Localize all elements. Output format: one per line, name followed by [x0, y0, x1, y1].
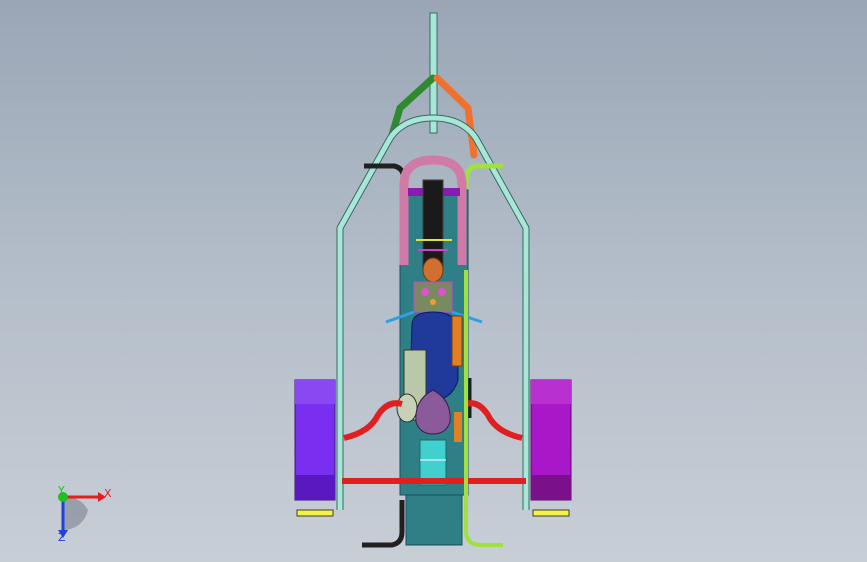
- trike-frame-model[interactable]: [0, 0, 867, 562]
- x-axis-label: X: [104, 487, 112, 500]
- right-foot-pad[interactable]: [532, 509, 570, 517]
- exhaust-pipe[interactable]: [454, 412, 462, 442]
- chassis-tail[interactable]: [405, 494, 463, 546]
- bottom-black-tube[interactable]: [362, 500, 405, 548]
- left-wheel[interactable]: [294, 379, 336, 501]
- cad-viewport[interactable]: X Y Z: [0, 0, 867, 562]
- right-suspension-arm[interactable]: [465, 400, 523, 441]
- right-wheel[interactable]: [530, 379, 572, 501]
- orange-hub[interactable]: [422, 257, 444, 283]
- left-foot-pad[interactable]: [296, 509, 334, 517]
- y-axis-label: Y: [58, 484, 65, 497]
- rear-axle[interactable]: [342, 478, 526, 484]
- z-axis-label: Z: [58, 531, 66, 544]
- left-suspension-arm[interactable]: [343, 400, 403, 441]
- steering-column[interactable]: [422, 179, 444, 271]
